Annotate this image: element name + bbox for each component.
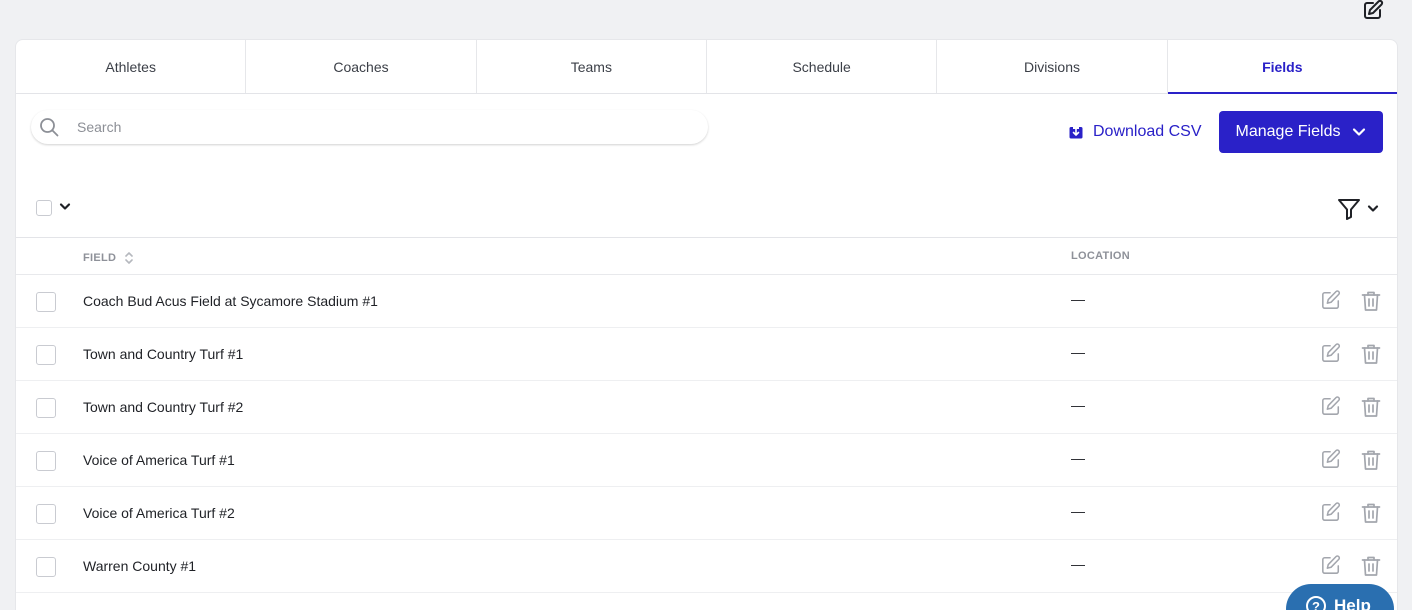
tab-teams[interactable]: Teams: [477, 40, 707, 93]
table-row: Warren County #1 —: [16, 540, 1397, 593]
field-name: Warren County #1: [83, 558, 197, 574]
select-options-chevron-icon[interactable]: [59, 202, 71, 212]
download-csv-label: Download CSV: [1093, 123, 1202, 140]
field-location: —: [1071, 450, 1085, 466]
row-checkbox[interactable]: [36, 398, 56, 418]
field-location: —: [1071, 291, 1085, 307]
field-column-header[interactable]: FIELD: [83, 250, 134, 266]
field-name: Town and Country Turf #2: [83, 399, 244, 415]
table-row: Coach Bud Acus Field at Sycamore Stadium…: [16, 275, 1397, 328]
tab-bar: Athletes Coaches Teams Schedule Division…: [16, 40, 1397, 94]
search-icon: [40, 118, 59, 137]
trash-icon[interactable]: [1361, 449, 1381, 471]
tab-athletes[interactable]: Athletes: [16, 40, 247, 93]
download-csv-button[interactable]: Download CSV: [1069, 122, 1202, 142]
help-label: Help: [1334, 596, 1371, 610]
tab-divisions[interactable]: Divisions: [937, 40, 1168, 93]
trash-icon[interactable]: [1361, 555, 1381, 577]
top-edit-icon[interactable]: [1363, 0, 1385, 20]
chevron-down-icon: [1353, 128, 1366, 136]
tab-fields[interactable]: Fields: [1167, 40, 1397, 94]
row-checkbox[interactable]: [36, 504, 56, 524]
sort-icon: [125, 252, 134, 264]
help-button[interactable]: ? Help: [1286, 584, 1394, 610]
table-body: Coach Bud Acus Field at Sycamore Stadium…: [16, 275, 1397, 593]
field-location: —: [1071, 397, 1085, 413]
select-all-checkbox[interactable]: [36, 200, 52, 216]
edit-icon[interactable]: [1321, 396, 1341, 416]
search-box: [31, 110, 708, 144]
field-location: —: [1071, 556, 1085, 572]
row-checkbox[interactable]: [36, 345, 56, 365]
field-location: —: [1071, 344, 1085, 360]
field-name: Voice of America Turf #1: [83, 452, 235, 468]
trash-icon[interactable]: [1361, 290, 1381, 312]
trash-icon[interactable]: [1361, 502, 1381, 524]
trash-icon[interactable]: [1361, 343, 1381, 365]
edit-icon[interactable]: [1321, 343, 1341, 363]
field-location: —: [1071, 503, 1085, 519]
filter-icon: [1338, 199, 1360, 220]
location-column-header: LOCATION: [1071, 250, 1131, 262]
table-row: Town and Country Turf #1 —: [16, 328, 1397, 381]
table-row: Voice of America Turf #1 —: [16, 434, 1397, 487]
table-header: FIELD LOCATION: [16, 238, 1397, 275]
filter-chevron-icon: [1367, 205, 1379, 212]
edit-icon[interactable]: [1321, 290, 1341, 310]
fields-panel: Athletes Coaches Teams Schedule Division…: [15, 39, 1398, 610]
table-row: Town and Country Turf #2 —: [16, 381, 1397, 434]
row-checkbox[interactable]: [36, 292, 56, 312]
row-checkbox[interactable]: [36, 451, 56, 471]
edit-icon[interactable]: [1321, 502, 1341, 522]
edit-icon[interactable]: [1321, 449, 1341, 469]
table-row: Voice of America Turf #2 —: [16, 487, 1397, 540]
field-name: Voice of America Turf #2: [83, 505, 235, 521]
edit-icon[interactable]: [1321, 555, 1341, 575]
tab-coaches[interactable]: Coaches: [246, 40, 477, 93]
bulk-select-row: [16, 182, 1397, 238]
manage-fields-label: Manage Fields: [1235, 123, 1341, 140]
field-name: Coach Bud Acus Field at Sycamore Stadium…: [83, 293, 378, 309]
tab-schedule[interactable]: Schedule: [707, 40, 938, 93]
filter-button[interactable]: [1337, 196, 1383, 222]
manage-fields-button[interactable]: Manage Fields: [1219, 111, 1383, 153]
search-input[interactable]: [77, 119, 708, 135]
trash-icon[interactable]: [1361, 396, 1381, 418]
toolbar: Download CSV Manage Fields: [16, 94, 1397, 182]
download-icon: [1069, 125, 1083, 139]
field-column-label: FIELD: [83, 252, 117, 264]
row-checkbox[interactable]: [36, 557, 56, 577]
field-name: Town and Country Turf #1: [83, 346, 244, 362]
help-icon: ?: [1306, 596, 1326, 610]
